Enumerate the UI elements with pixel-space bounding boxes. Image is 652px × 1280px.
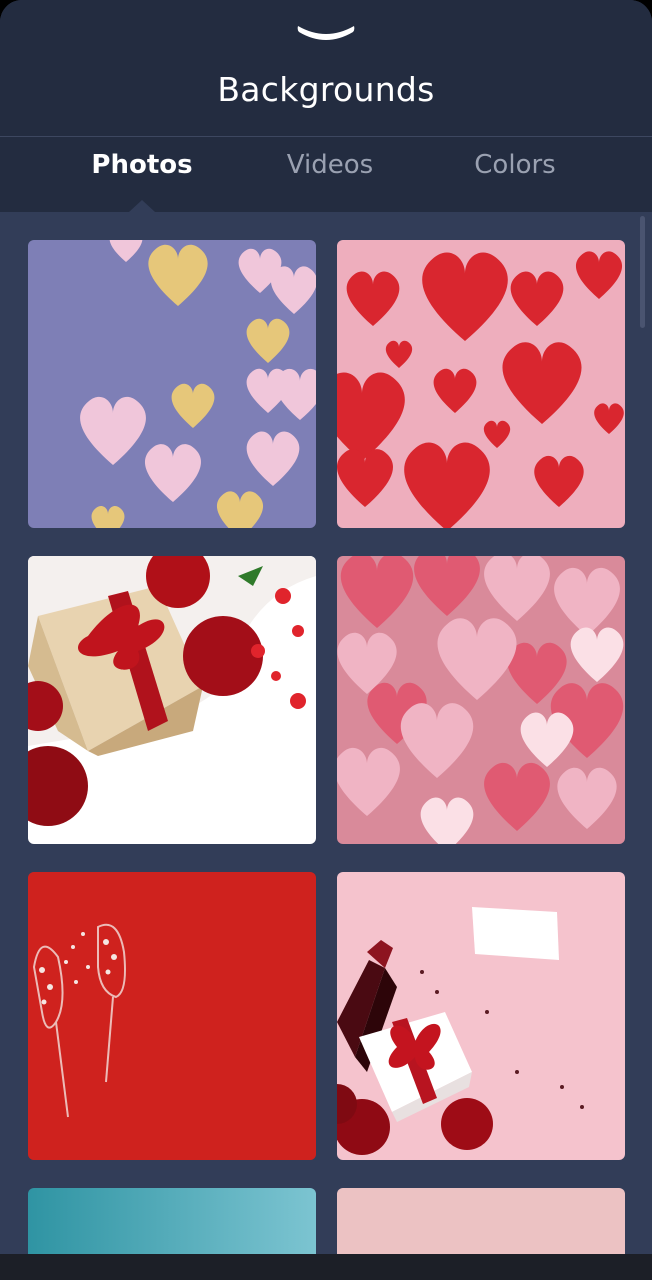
tab-colors[interactable]: Colors [445,150,585,186]
chevron-down-icon[interactable] [295,20,357,46]
bottom-bar [0,1254,652,1280]
active-tab-indicator [129,200,155,212]
red-paper-hearts-image [337,240,625,528]
header-divider [0,136,652,137]
teal-gradient-image [28,1188,316,1254]
background-thumbnail-red-champagne[interactable] [28,872,316,1160]
blush-pink-image [337,1188,625,1254]
tab-videos[interactable]: Videos [260,150,400,186]
background-thumbnail-teal[interactable] [28,1188,316,1254]
pink-heart-pile-image [337,556,625,844]
background-thumbnail-wine-gift[interactable] [337,872,625,1160]
background-thumbnail-red-paper-hearts[interactable] [337,240,625,528]
background-thumbnail-pastel-hearts[interactable] [28,240,316,528]
background-thumbnail-blush[interactable] [337,1188,625,1254]
scrollbar[interactable] [640,216,645,328]
wine-and-gift-image [337,872,625,1160]
backgrounds-sheet: Backgrounds Photos Videos Colors [0,0,652,1254]
pastel-hearts-image [28,240,316,528]
champagne-on-red-image [28,872,316,1160]
sheet-header: Backgrounds Photos Videos Colors [0,0,652,212]
page-title: Backgrounds [217,70,435,109]
gift-and-roses-image [28,556,316,844]
background-thumbnail-gift-roses[interactable] [28,556,316,844]
tab-photos[interactable]: Photos [72,150,212,186]
background-thumbnail-pink-heart-pile[interactable] [337,556,625,844]
